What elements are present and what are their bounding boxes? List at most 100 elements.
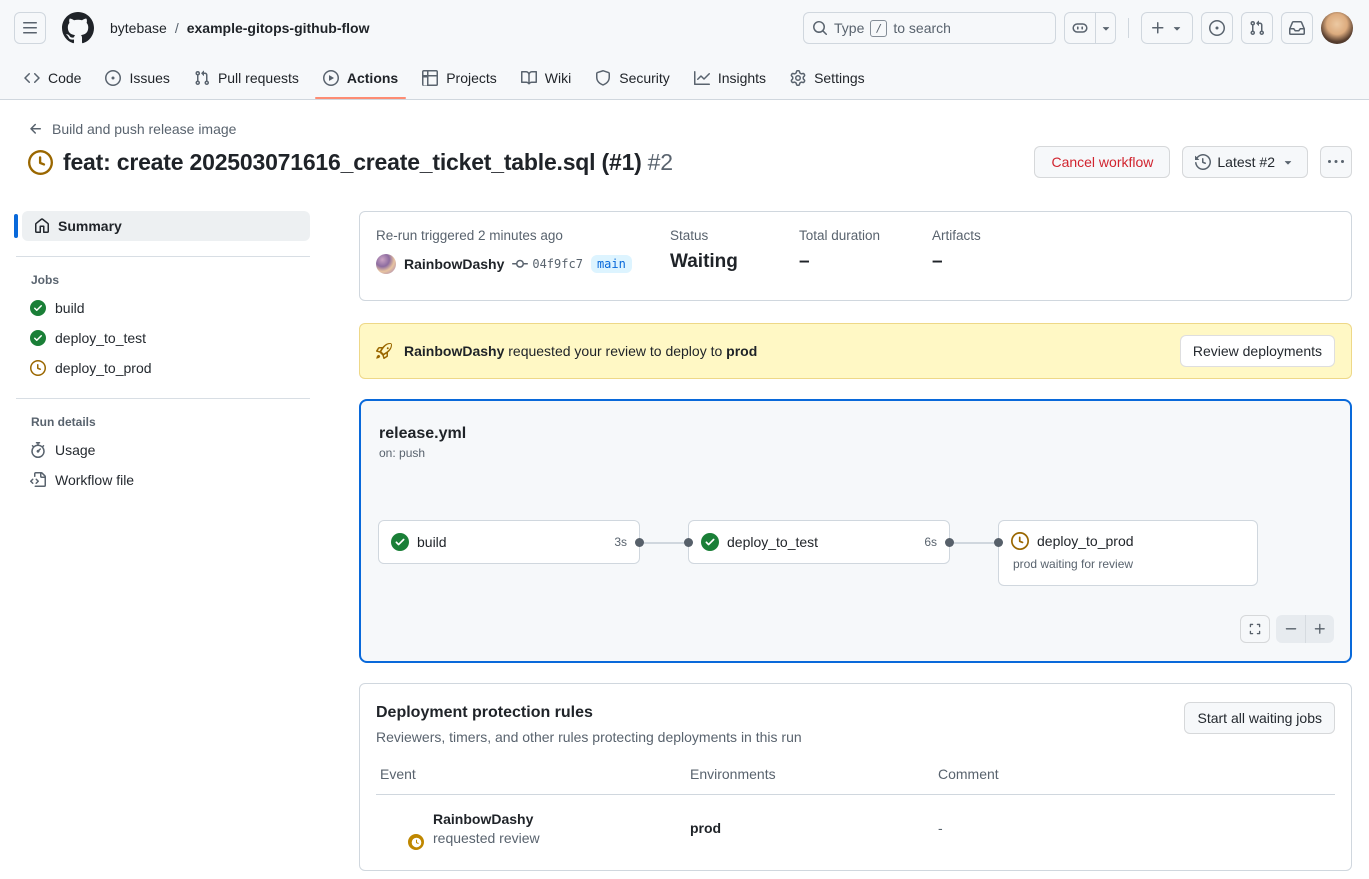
search-input[interactable]: Type / to search xyxy=(803,12,1056,44)
banner-actor: RainbowDashy xyxy=(404,343,504,359)
banner-environment: prod xyxy=(726,343,757,359)
tab-projects[interactable]: Projects xyxy=(414,56,505,99)
commit-sha: 04f9fc7 xyxy=(532,257,583,271)
tab-label: Code xyxy=(48,70,81,86)
breadcrumb: bytebase / example-gitops-github-flow xyxy=(110,20,369,36)
job-name: build xyxy=(55,300,85,316)
chevron-down-icon xyxy=(1281,155,1295,169)
graph-icon xyxy=(694,70,710,86)
search-placeholder-prefix: Type xyxy=(834,20,864,36)
start-all-waiting-jobs-button[interactable]: Start all waiting jobs xyxy=(1184,702,1335,734)
copilot-dropdown-button[interactable] xyxy=(1095,13,1115,43)
row-comment: - xyxy=(938,820,1335,836)
git-pull-request-icon xyxy=(1249,20,1265,36)
search-icon xyxy=(812,20,828,36)
tab-insights[interactable]: Insights xyxy=(686,56,774,99)
tab-code[interactable]: Code xyxy=(16,56,89,99)
arrow-left-icon xyxy=(28,121,44,137)
branch-badge[interactable]: main xyxy=(591,255,632,273)
job-duration: 3s xyxy=(614,535,627,549)
plus-icon xyxy=(1313,622,1327,636)
check-circle-icon xyxy=(701,533,719,551)
tab-label: Pull requests xyxy=(218,70,299,86)
tab-label: Issues xyxy=(129,70,169,86)
graph-job-build[interactable]: build 3s xyxy=(378,520,640,564)
job-name: deploy_to_prod xyxy=(1037,533,1134,549)
tab-issues[interactable]: Issues xyxy=(97,56,177,99)
tab-actions[interactable]: Actions xyxy=(315,56,406,99)
active-item-indicator xyxy=(14,214,18,238)
github-mark-icon xyxy=(62,12,94,44)
fullscreen-button[interactable] xyxy=(1240,615,1270,643)
job-name: deploy_to_test xyxy=(727,534,818,550)
column-comment: Comment xyxy=(938,766,1335,782)
tab-security[interactable]: Security xyxy=(587,56,678,99)
slash-key-hint: / xyxy=(870,20,887,37)
tab-label: Security xyxy=(619,70,670,86)
duration-label: Total duration xyxy=(799,228,932,243)
tab-wiki[interactable]: Wiki xyxy=(513,56,579,99)
graph-job-deploy-to-test[interactable]: deploy_to_test 6s xyxy=(688,520,950,564)
trigger-text: Re-run triggered 2 minutes ago xyxy=(376,228,670,243)
review-deployments-button[interactable]: Review deployments xyxy=(1180,335,1335,367)
clock-icon xyxy=(411,837,422,848)
copilot-button-group xyxy=(1064,12,1116,44)
table-row: RainbowDashy requested review prod - xyxy=(376,795,1335,861)
screen-full-icon xyxy=(1248,622,1262,636)
user-avatar[interactable] xyxy=(1321,12,1353,44)
tab-settings[interactable]: Settings xyxy=(782,56,873,99)
row-actor[interactable]: RainbowDashy xyxy=(433,811,540,827)
plus-icon xyxy=(1150,20,1166,36)
artifacts-label: Artifacts xyxy=(932,228,981,243)
git-commit-icon xyxy=(512,256,528,272)
latest-run-dropdown[interactable]: Latest #2 xyxy=(1182,146,1308,178)
cancel-workflow-button[interactable]: Cancel workflow xyxy=(1034,146,1170,178)
sidebar-item-usage[interactable]: Usage xyxy=(16,435,310,465)
kebab-horizontal-icon xyxy=(1328,154,1344,170)
workflow-trigger: on: push xyxy=(379,446,1350,460)
breadcrumb-repo[interactable]: example-gitops-github-flow xyxy=(187,20,370,36)
tab-label: Settings xyxy=(814,70,865,86)
sidebar-item-workflow-file[interactable]: Workflow file xyxy=(16,465,310,495)
breadcrumb-separator: / xyxy=(175,20,179,36)
job-waiting-note: prod waiting for review xyxy=(1011,557,1245,571)
back-to-workflow-link[interactable]: Build and push release image xyxy=(28,121,236,137)
commit-info[interactable]: 04f9fc7 xyxy=(512,256,583,272)
copilot-button[interactable] xyxy=(1065,13,1095,43)
duration-value: – xyxy=(799,251,932,273)
summary-label: Summary xyxy=(58,218,122,234)
banner-message: requested your review to deploy to xyxy=(508,343,722,359)
workflow-jobs-row: build 3s deploy_to_test 6s deploy_to_pro… xyxy=(378,520,1258,586)
latest-run-label: Latest #2 xyxy=(1217,154,1275,170)
actor-avatar[interactable] xyxy=(376,254,396,274)
chevron-down-icon xyxy=(1099,21,1113,35)
job-name: deploy_to_prod xyxy=(55,360,152,376)
repo-tab-nav: Code Issues Pull requests Actions Projec… xyxy=(0,56,1369,100)
tab-label: Wiki xyxy=(545,70,571,86)
tab-pull-requests[interactable]: Pull requests xyxy=(186,56,307,99)
workflow-graph-panel[interactable]: release.yml on: push build 3s deploy_to_… xyxy=(359,399,1352,663)
create-new-button[interactable] xyxy=(1141,12,1193,44)
pull-requests-dashboard-button[interactable] xyxy=(1241,12,1273,44)
sidebar-job-build[interactable]: build xyxy=(16,293,310,323)
hamburger-menu-button[interactable] xyxy=(14,12,46,44)
code-icon xyxy=(24,70,40,86)
status-label: Status xyxy=(670,228,799,243)
run-title-row: feat: create 202503071616_create_ticket_… xyxy=(28,146,1352,178)
github-logo[interactable] xyxy=(62,12,94,44)
zoom-out-button[interactable] xyxy=(1276,615,1305,643)
sidebar-item-summary[interactable]: Summary xyxy=(22,211,310,241)
sidebar-job-deploy-to-prod[interactable]: deploy_to_prod xyxy=(16,353,310,383)
sidebar-job-deploy-to-test[interactable]: deploy_to_test xyxy=(16,323,310,353)
issue-opened-icon xyxy=(1209,20,1225,36)
zoom-in-button[interactable] xyxy=(1305,615,1334,643)
run-options-kebab-button[interactable] xyxy=(1320,146,1352,178)
shield-icon xyxy=(595,70,611,86)
breadcrumb-owner[interactable]: bytebase xyxy=(110,20,167,36)
graph-job-deploy-to-prod[interactable]: deploy_to_prod prod waiting for review xyxy=(998,520,1258,586)
notifications-inbox-button[interactable] xyxy=(1281,12,1313,44)
book-icon xyxy=(521,70,537,86)
usage-label: Usage xyxy=(55,442,95,458)
issues-dashboard-button[interactable] xyxy=(1201,12,1233,44)
actor-name[interactable]: RainbowDashy xyxy=(404,256,504,272)
